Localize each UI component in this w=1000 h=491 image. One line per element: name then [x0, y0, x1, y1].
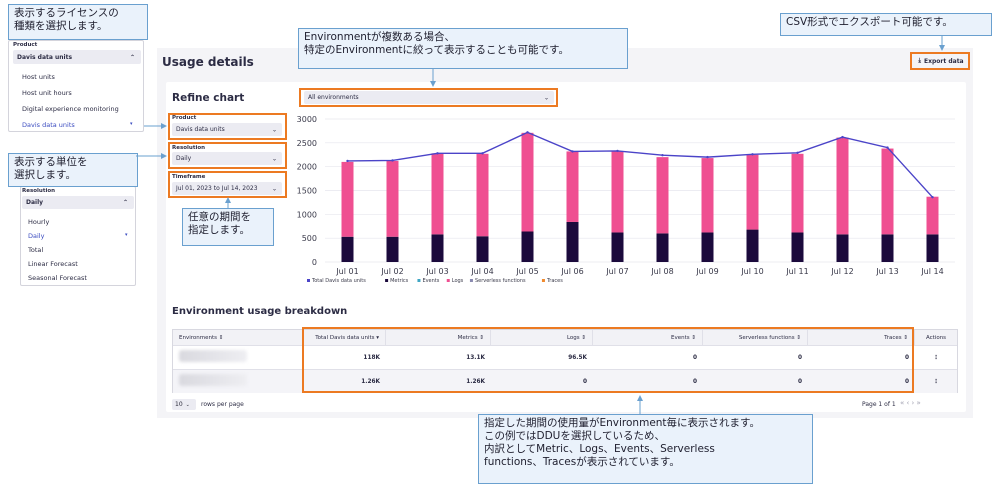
connector-arrows	[136, 36, 945, 414]
